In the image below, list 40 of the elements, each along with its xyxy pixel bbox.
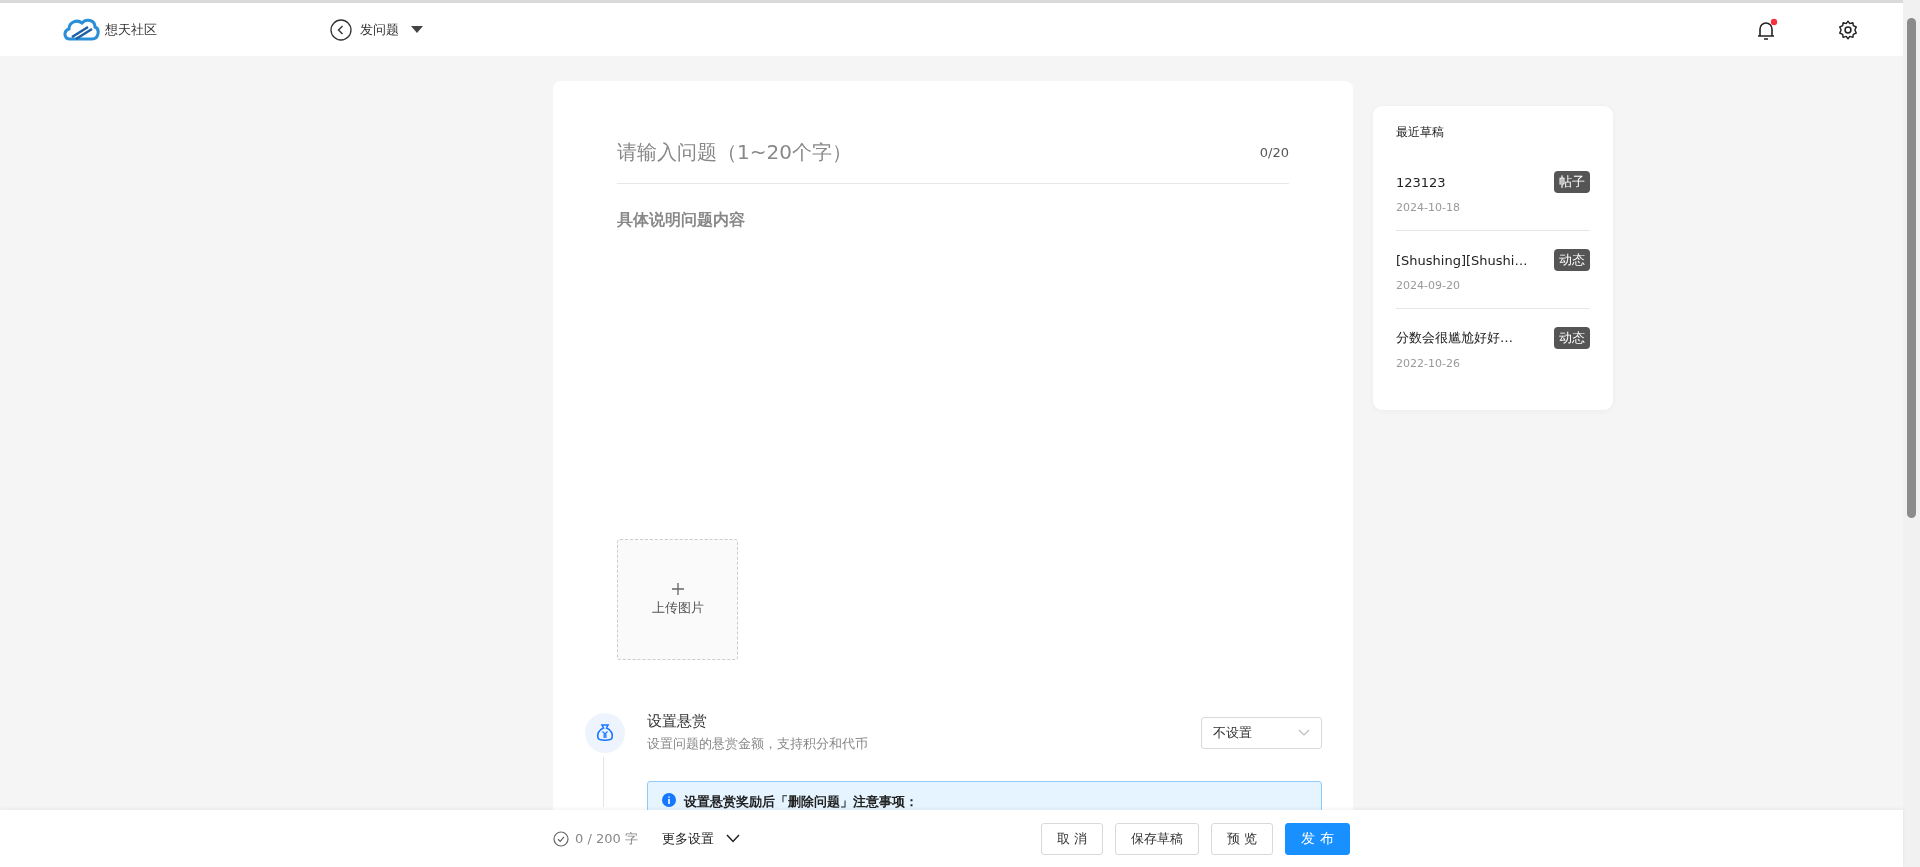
draft-title: 分数会很尴尬好好… bbox=[1396, 329, 1513, 347]
dropdown-caret-icon[interactable] bbox=[411, 25, 423, 34]
draft-tag: 动态 bbox=[1554, 327, 1590, 349]
reward-title: 设置悬赏 bbox=[647, 712, 708, 731]
draft-date: 2024-09-20 bbox=[1396, 279, 1461, 292]
question-title-field[interactable]: 请输入问题（1~20个字） bbox=[617, 140, 1260, 164]
draft-tag: 动态 bbox=[1554, 249, 1590, 271]
scrollbar-thumb[interactable] bbox=[1907, 18, 1916, 518]
plus-icon bbox=[671, 582, 684, 595]
bell-icon[interactable] bbox=[1755, 17, 1779, 42]
back-icon[interactable] bbox=[330, 18, 352, 41]
draft-date: 2022-10-26 bbox=[1396, 357, 1461, 370]
draft-title: [Shushing][Shushi… bbox=[1396, 252, 1528, 268]
site-name[interactable]: 想天社区 bbox=[105, 20, 157, 39]
settings-icon[interactable] bbox=[1837, 18, 1859, 41]
reward-select[interactable]: 不设置 bbox=[1201, 716, 1322, 749]
draft-item[interactable]: 123123 帖子 2024-10-18 bbox=[1396, 153, 1590, 231]
draft-title: 123123 bbox=[1396, 174, 1446, 190]
word-count: 0 / 200 字 bbox=[575, 829, 638, 848]
footer-button[interactable]: 取 消 bbox=[1041, 822, 1104, 855]
page-title: 发问题 bbox=[360, 20, 399, 39]
chevron-down-icon bbox=[725, 834, 740, 843]
footer-button[interactable]: 保存草稿 bbox=[1115, 822, 1200, 855]
draft-date: 2024-10-18 bbox=[1396, 201, 1461, 214]
draft-tag: 帖子 bbox=[1554, 171, 1590, 193]
drafts-heading: 最近草稿 bbox=[1396, 124, 1445, 141]
scrollbar[interactable] bbox=[1903, 0, 1920, 867]
upload-image-button[interactable]: 上传图片 bbox=[617, 539, 738, 660]
reward-description: 设置问题的悬赏金额，支持积分和代币 bbox=[647, 735, 869, 753]
chevron-down-icon bbox=[1298, 728, 1310, 737]
notice-title: 设置悬赏奖励后「删除问题」注意事项： bbox=[684, 793, 918, 811]
draft-item[interactable]: 分数会很尴尬好好… 动态 2022-10-26 bbox=[1396, 309, 1590, 386]
check-circle-icon bbox=[553, 830, 569, 847]
cloud-logo-icon bbox=[62, 16, 100, 43]
draft-item[interactable]: [Shushing][Shushi… 动态 2024-09-20 bbox=[1396, 231, 1590, 309]
money-bag-icon bbox=[585, 712, 625, 753]
footer-button[interactable]: 预 览 bbox=[1211, 822, 1274, 855]
info-icon bbox=[662, 793, 676, 807]
more-settings-button[interactable]: 更多设置 bbox=[661, 829, 740, 848]
character-counter: 0/20 bbox=[1259, 144, 1289, 160]
